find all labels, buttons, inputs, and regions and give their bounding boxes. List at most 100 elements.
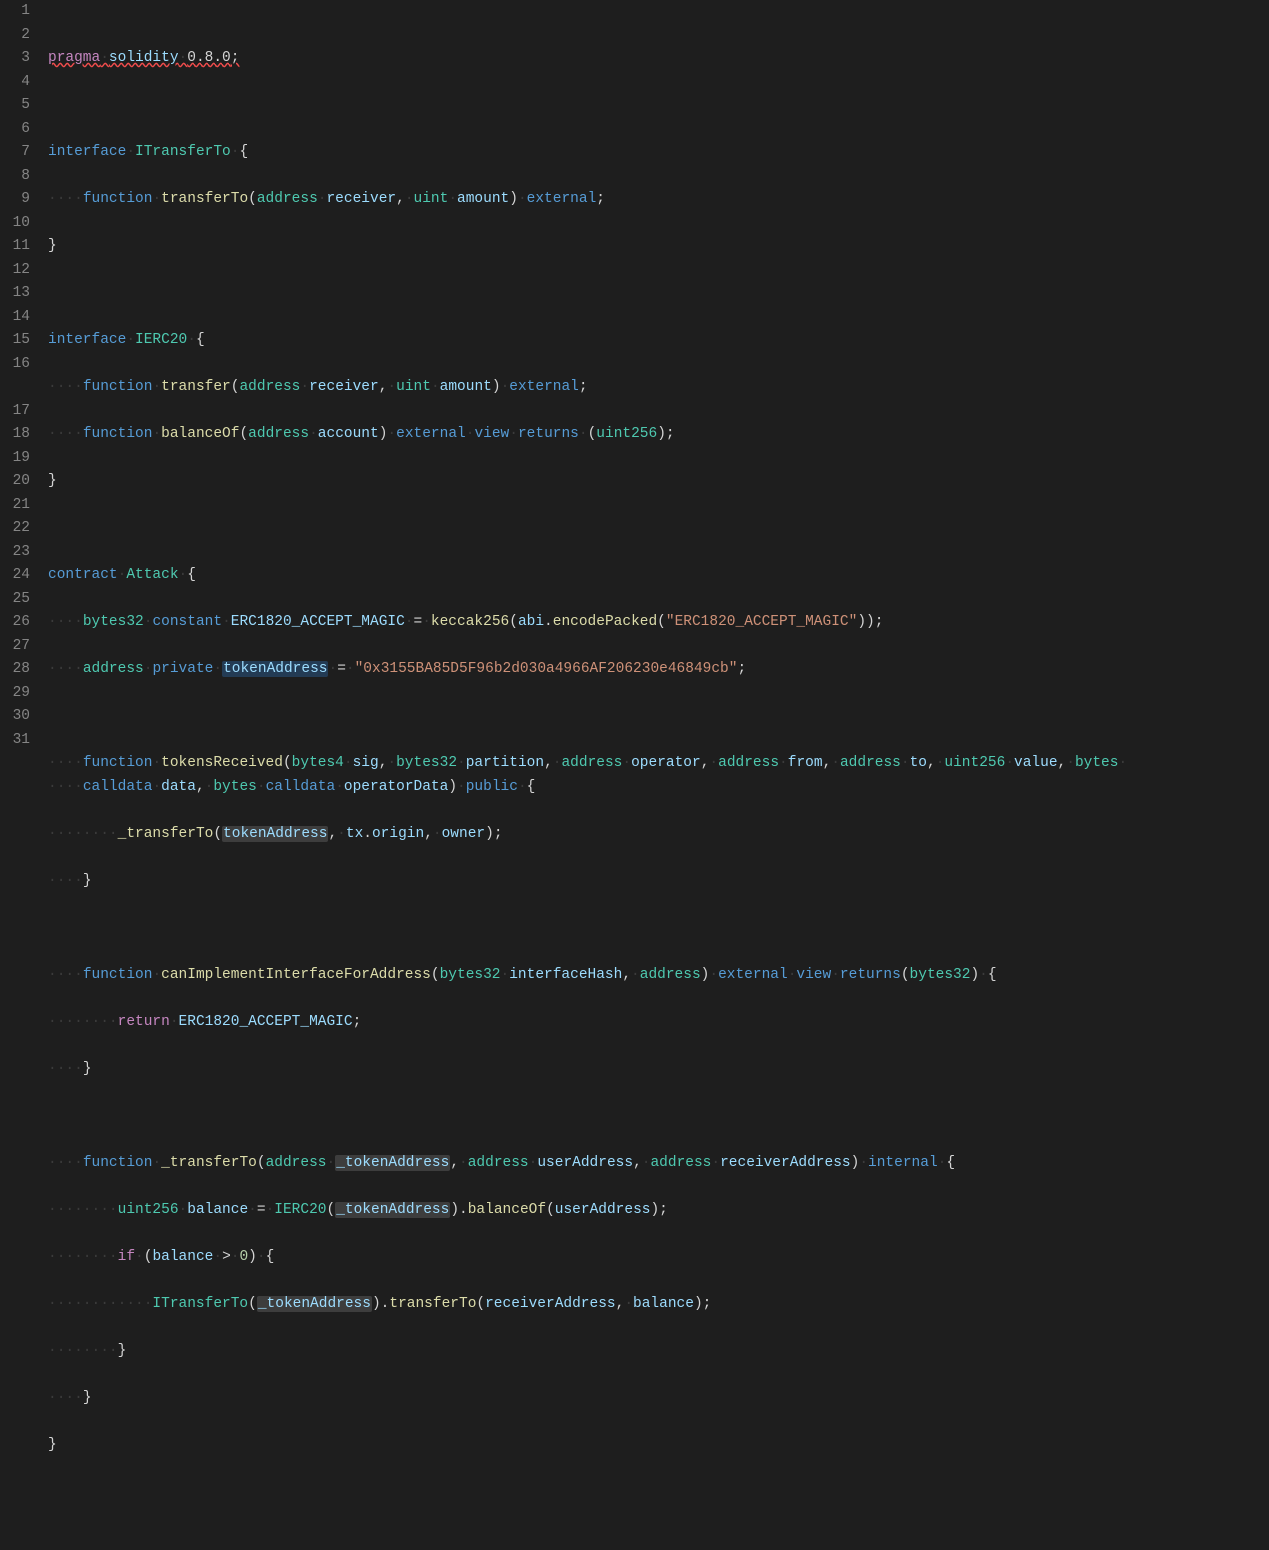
- token-function: _transferTo: [118, 826, 214, 842]
- code-area[interactable]: pragma·solidity·0.8.0; interface·ITransf…: [48, 0, 1249, 775]
- token-param: account: [318, 426, 379, 442]
- token-keyword: function: [83, 755, 153, 771]
- token-function: transferTo: [389, 1296, 476, 1312]
- token-ident: solidity: [109, 50, 179, 66]
- token-type: address: [83, 661, 144, 677]
- line-number: 29: [10, 682, 30, 706]
- token-keyword: view: [474, 426, 509, 442]
- line-number: 18: [10, 423, 30, 447]
- code-line[interactable]: [48, 1481, 1229, 1505]
- code-line[interactable]: [48, 517, 1229, 541]
- code-line[interactable]: ········if·(balance·>·0)·{: [48, 1246, 1229, 1270]
- token-param: data: [161, 779, 196, 795]
- code-line[interactable]: ········uint256·balance·=·IERC20(_tokenA…: [48, 1199, 1229, 1223]
- line-number: 13: [10, 282, 30, 306]
- code-line[interactable]: [48, 917, 1229, 941]
- line-number: 12: [10, 259, 30, 283]
- code-line[interactable]: ········_transferTo(tokenAddress,·tx.ori…: [48, 823, 1229, 847]
- line-number: 1: [10, 0, 30, 24]
- code-editor[interactable]: 1234567891011121314151617181920212223242…: [0, 0, 1269, 775]
- token-version: 0.8.0: [187, 50, 231, 66]
- code-line[interactable]: pragma·solidity·0.8.0;: [48, 47, 1229, 71]
- code-line[interactable]: ····}: [48, 870, 1229, 894]
- code-line[interactable]: ····bytes32·constant·ERC1820_ACCEPT_MAGI…: [48, 611, 1229, 635]
- token-type: uint: [396, 379, 431, 395]
- code-line[interactable]: }: [48, 235, 1229, 259]
- token-keyword: private: [152, 661, 213, 677]
- token-type: address: [840, 755, 901, 771]
- token-type: bytes32: [396, 755, 457, 771]
- token-param: receiverAddress: [720, 1155, 851, 1171]
- token-param: interfaceHash: [509, 967, 622, 983]
- line-number: 20: [10, 470, 30, 494]
- code-line[interactable]: ········}: [48, 1340, 1229, 1364]
- token-string: "0x3155BA85D5F96b2d030a4966AF206230e4684…: [355, 661, 738, 677]
- code-line[interactable]: [48, 282, 1229, 306]
- line-number: 4: [10, 71, 30, 95]
- token-keyword: if: [118, 1249, 135, 1265]
- token-function: canImplementInterfaceForAddress: [161, 967, 431, 983]
- token-function: encodePacked: [553, 614, 657, 630]
- line-number: 23: [10, 541, 30, 565]
- code-line[interactable]: ····function·transferTo(address·receiver…: [48, 188, 1229, 212]
- token-type: bytes: [1075, 755, 1119, 771]
- token-param: partition: [466, 755, 544, 771]
- line-number: 30: [10, 705, 30, 729]
- token-type: IERC20: [274, 1202, 326, 1218]
- token-type: address: [650, 1155, 711, 1171]
- token-type: bytes: [213, 779, 257, 795]
- token-keyword: contract: [48, 567, 118, 583]
- code-line[interactable]: ····function·_transferTo(address·_tokenA…: [48, 1152, 1229, 1176]
- code-line[interactable]: ····function·transfer(address·receiver,·…: [48, 376, 1229, 400]
- token-type: ITransferTo: [135, 144, 231, 160]
- line-number: 6: [10, 118, 30, 142]
- token-type: IERC20: [135, 332, 187, 348]
- token-ident: origin: [372, 826, 424, 842]
- code-line[interactable]: ····function·balanceOf(address·account)·…: [48, 423, 1229, 447]
- token-keyword: returns: [840, 967, 901, 983]
- code-line[interactable]: }: [48, 470, 1229, 494]
- token-function: tokensReceived: [161, 755, 283, 771]
- token-function: balanceOf: [161, 426, 239, 442]
- code-line[interactable]: contract·Attack·{: [48, 564, 1229, 588]
- code-line[interactable]: ····address·private·tokenAddress·=·"0x31…: [48, 658, 1229, 682]
- code-line[interactable]: interface·ITransferTo·{: [48, 141, 1229, 165]
- token-punc: }: [48, 238, 57, 254]
- line-number: 3: [10, 47, 30, 71]
- code-line[interactable]: ············ITransferTo(_tokenAddress).t…: [48, 1293, 1229, 1317]
- code-line[interactable]: }: [48, 1434, 1229, 1458]
- code-line[interactable]: ····}: [48, 1058, 1229, 1082]
- token-keyword: public: [466, 779, 518, 795]
- token-type: address: [718, 755, 779, 771]
- code-line[interactable]: ····calldata·data,·bytes·calldata·operat…: [48, 776, 1229, 800]
- token-function: transfer: [161, 379, 231, 395]
- token-param: to: [910, 755, 927, 771]
- code-line[interactable]: ····}: [48, 1387, 1229, 1411]
- token-param: value: [1014, 755, 1058, 771]
- token-keyword: function: [83, 967, 153, 983]
- code-line[interactable]: ····function·tokensReceived(bytes4·sig,·…: [48, 752, 1229, 776]
- token-param: sig: [353, 755, 379, 771]
- token-type: address: [468, 1155, 529, 1171]
- token-keyword: constant: [152, 614, 222, 630]
- line-number: 26: [10, 611, 30, 635]
- token-type: Attack: [126, 567, 178, 583]
- code-line[interactable]: [48, 94, 1229, 118]
- line-number: 11: [10, 235, 30, 259]
- code-line[interactable]: [48, 705, 1229, 729]
- code-line[interactable]: interface·IERC20·{: [48, 329, 1229, 353]
- line-number: 28: [10, 658, 30, 682]
- token-param: operator: [631, 755, 701, 771]
- minimap[interactable]: [1249, 0, 1269, 775]
- line-number: 7: [10, 141, 30, 165]
- token-keyword: function: [83, 426, 153, 442]
- code-line[interactable]: ····function·canImplementInterfaceForAdd…: [48, 964, 1229, 988]
- token-variable: balance: [633, 1296, 694, 1312]
- token-keyword: pragma: [48, 50, 100, 66]
- code-line[interactable]: ········return·ERC1820_ACCEPT_MAGIC;: [48, 1011, 1229, 1035]
- code-line[interactable]: [48, 1105, 1229, 1129]
- token-variable-ref: tokenAddress: [222, 826, 328, 842]
- token-keyword: function: [83, 379, 153, 395]
- token-keyword: return: [118, 1014, 170, 1030]
- token-const: ERC1820_ACCEPT_MAGIC: [179, 1014, 353, 1030]
